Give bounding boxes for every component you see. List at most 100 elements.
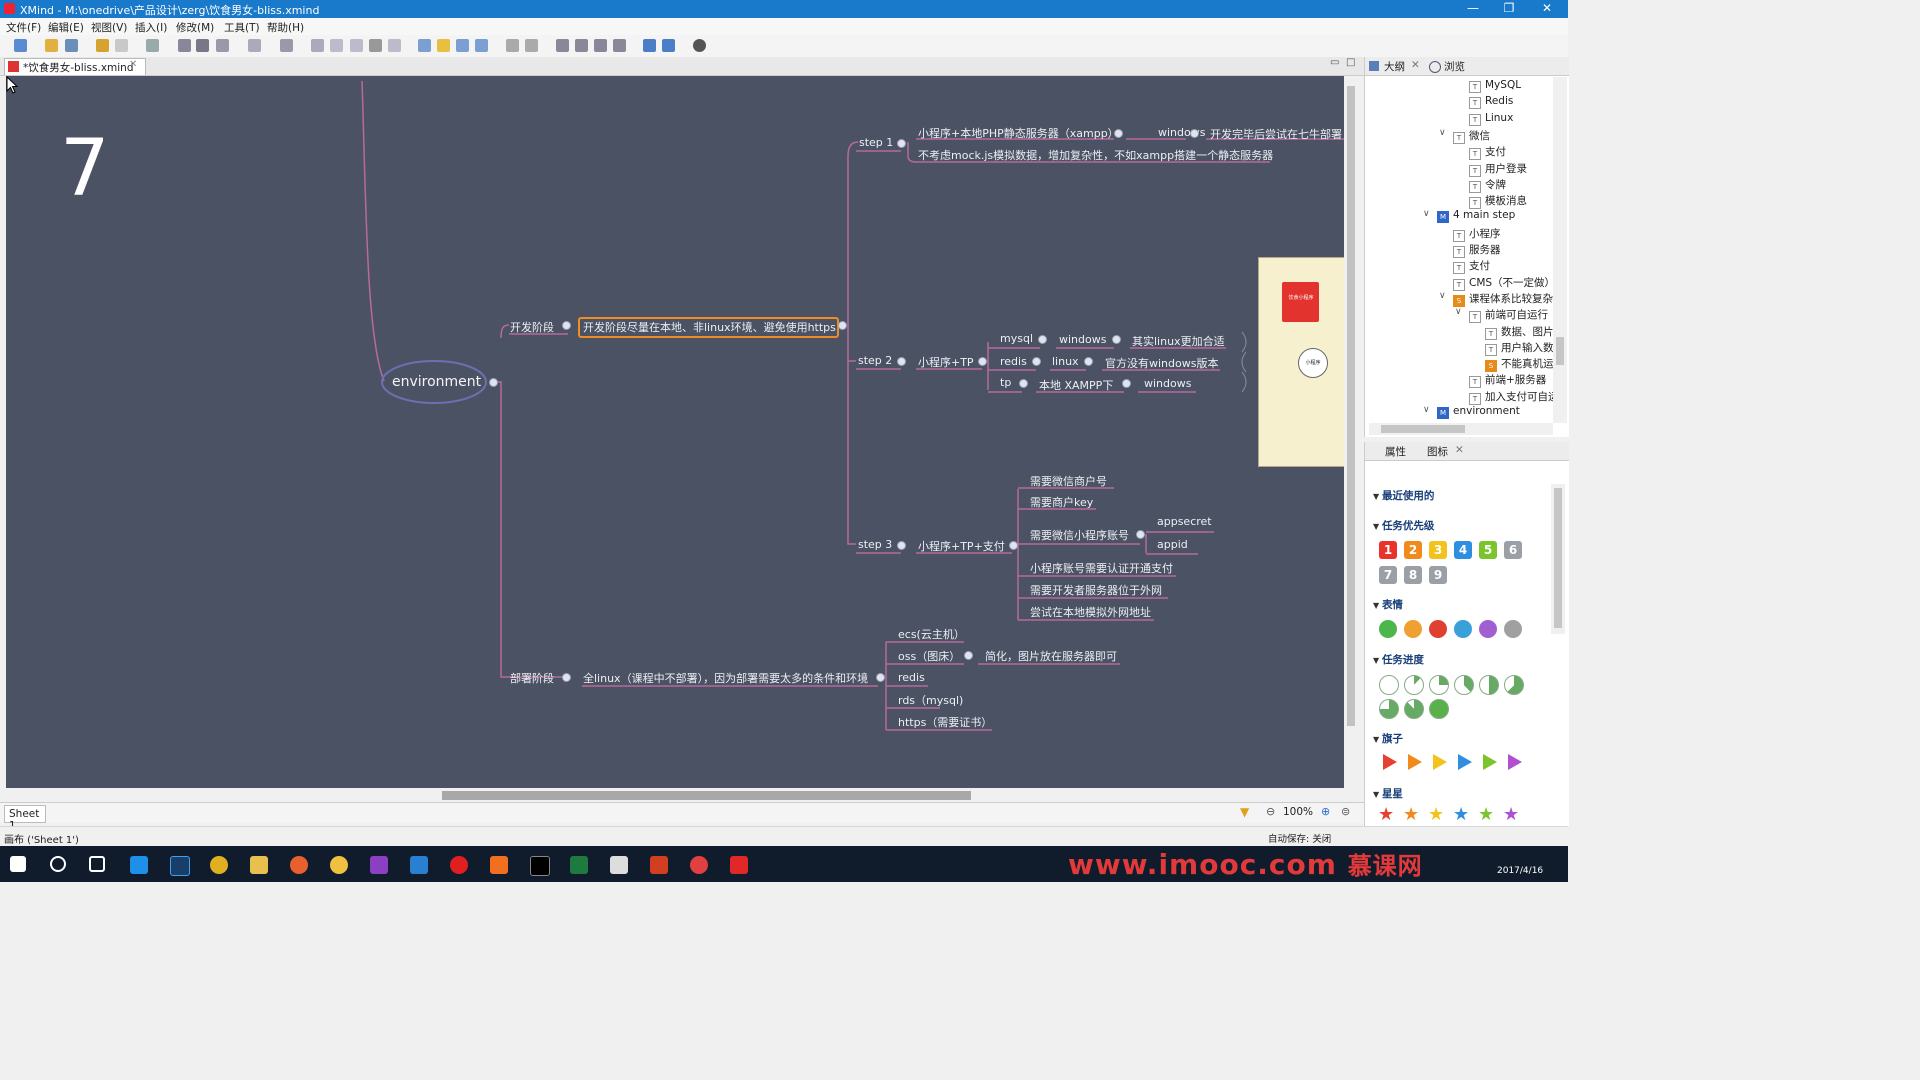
collapse-dot[interactable] [1114,129,1123,138]
collapse-dot[interactable] [897,357,906,366]
redo-icon[interactable] [115,39,128,52]
search-icon[interactable] [613,39,626,52]
topic-tp[interactable]: tp [1000,376,1011,389]
yellow-flag-icon[interactable] [1433,754,1447,770]
xampp-icon[interactable] [490,856,508,874]
chevron-down-icon[interactable]: ∨ [1439,128,1446,138]
chrome-icon[interactable] [210,856,228,874]
topic-dev-stage[interactable]: 开发阶段 [510,319,554,335]
progress-5-8-icon[interactable] [1504,675,1524,695]
excel-icon[interactable] [570,856,588,874]
clock-date[interactable]: 2017/4/16 [1497,866,1543,876]
green-star-icon[interactable]: ★ [1478,806,1494,824]
topic-deploy-item[interactable]: rds（mysql) [898,692,963,708]
section-progress[interactable]: 任务进度 [1373,652,1424,667]
outline-row[interactable]: ∨ S 课程体系比较复杂， [1439,291,1564,307]
chevron-down-icon[interactable]: ∨ [1423,405,1430,415]
chevron-down-icon[interactable]: ∨ [1439,291,1446,301]
menu-modify[interactable]: 修改(M) [176,20,214,35]
phpstorm-icon[interactable] [370,856,388,874]
progress-3-8-icon[interactable] [1454,675,1474,695]
zoom-out-icon[interactable]: ⊖ [1266,805,1275,818]
collapse-dot[interactable] [964,651,973,660]
label-icon[interactable] [330,39,343,52]
vertical-scrollbar[interactable] [1344,76,1358,788]
topic-redis-os[interactable]: linux [1052,355,1079,368]
section-stars[interactable]: 星星 [1373,786,1403,801]
collapse-dot[interactable] [562,673,571,682]
horizontal-scrollbar[interactable] [6,788,1344,802]
close-icons-icon[interactable]: ✕ [1455,444,1464,456]
close-outline-icon[interactable]: ✕ [1411,59,1420,71]
cloud-upload-icon[interactable] [643,39,656,52]
collapse-dot[interactable] [897,541,906,550]
menu-insert[interactable]: 插入(I) [135,20,167,35]
new-icon[interactable] [14,39,27,52]
tab-icons[interactable]: 图标 [1427,444,1448,459]
edge-icon[interactable] [130,856,148,874]
topic-step3-item[interactable]: 需要开发者服务器位于外网 [1030,582,1162,598]
image-icon[interactable] [280,39,293,52]
section-flags[interactable]: 旗子 [1373,731,1403,746]
topic-step3-item[interactable]: 需要商户key [1030,494,1093,510]
progress-3-4-icon[interactable] [1379,699,1399,719]
section-smiley[interactable]: 表情 [1373,597,1403,612]
task-view-icon[interactable] [89,856,105,872]
progress-done-icon[interactable] [1429,699,1449,719]
open-icon[interactable] [45,39,58,52]
relationship-icon[interactable] [216,39,229,52]
topic-step3-item[interactable]: 小程序账号需要认证开通支付 [1030,560,1173,576]
progress-start-icon[interactable] [1379,675,1399,695]
green-flag-icon[interactable] [1483,754,1497,770]
topic-step3-item[interactable]: 需要微信商户号 [1030,473,1107,489]
topic-step1[interactable]: step 1 [859,136,893,149]
collapse-dot[interactable] [1122,379,1131,388]
outline-row[interactable]: ∨ T 前端可自运行 [1455,307,1548,324]
collapse-dot[interactable] [1038,335,1047,344]
icons-vscrollbar[interactable] [1551,484,1565,634]
priority-9-icon[interactable]: 9 [1429,566,1447,584]
file-explorer-icon[interactable] [250,856,268,874]
sheet-tab[interactable]: Sheet 1 [4,805,46,832]
notes-icon[interactable] [350,39,363,52]
topic-step2-a[interactable]: 小程序+TP [918,354,974,370]
collapse-dot[interactable] [897,139,906,148]
collapse-dot[interactable] [562,321,571,330]
collapse-dot[interactable] [1190,129,1199,138]
topic-step3-a[interactable]: 小程序+TP+支付 [918,538,1005,554]
tab-browse[interactable]: 浏览 [1444,59,1465,74]
outline-vscrollbar[interactable] [1553,77,1567,423]
menu-file[interactable]: 文件(F) [6,20,41,35]
boring-icon[interactable] [1504,620,1522,638]
angry-icon[interactable] [1429,620,1447,638]
layout-icon[interactable] [556,39,569,52]
progress-7-8-icon[interactable] [1404,699,1424,719]
zoom-in-icon[interactable]: ⊕ [1321,805,1330,818]
zoom-fit-icon[interactable]: ⊜ [1341,805,1350,818]
topic-step2[interactable]: step 2 [858,354,892,367]
outline-row[interactable]: T Redis [1469,95,1513,111]
zoom-100-icon[interactable] [594,39,607,52]
topic-mysql[interactable]: mysql [1000,332,1033,345]
collapse-dot[interactable] [489,378,498,387]
laugh-icon[interactable] [1404,620,1422,638]
topic-icon[interactable] [146,39,159,52]
smiley-icon[interactable] [1379,620,1397,638]
drill-down-icon[interactable] [506,39,519,52]
topic-deploy-note[interactable]: 全linux（课程中不部署），因为部署需要太多的条件和环境 [583,670,868,686]
outline-hscroll-thumb[interactable] [1381,425,1465,433]
theme-icon[interactable] [475,39,488,52]
marker-icon[interactable] [369,39,382,52]
vscode-icon[interactable] [410,856,428,874]
presentation-icon[interactable] [248,39,261,52]
topic-deploy-item[interactable]: https（需要证书） [898,714,992,730]
horizontal-scroll-thumb[interactable] [442,791,971,800]
topic-deploy-item[interactable]: ecs(云主机） [898,626,965,642]
idea-icon[interactable] [437,39,450,52]
priority-7-icon[interactable]: 7 [1379,566,1397,584]
floating-topic-icon[interactable] [196,39,209,52]
topic-step1-a[interactable]: 小程序+本地PHP静态服务器（xampp） [918,125,1119,141]
outline-row[interactable]: T Linux [1469,112,1513,128]
outline-row[interactable]: T CMS（不一定做） [1453,275,1555,291]
outline-row[interactable]: ∨ M 4 main step [1423,209,1515,225]
